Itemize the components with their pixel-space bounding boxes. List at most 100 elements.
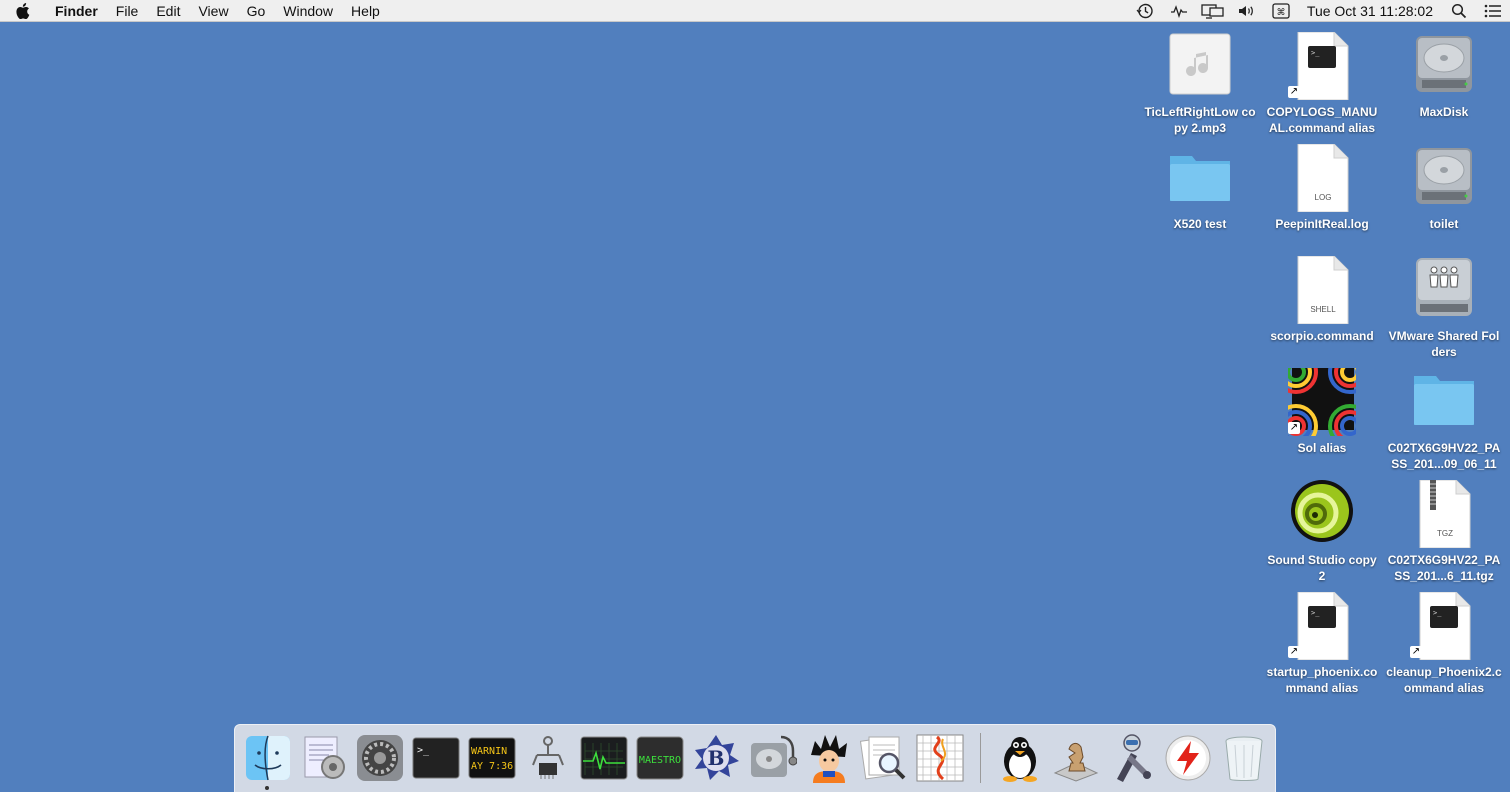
- dock-separator: [980, 733, 981, 783]
- terminal-command-icon: >_ ↗: [1288, 32, 1356, 100]
- script-utility-icon: [304, 736, 345, 779]
- dock-trash[interactable]: [1219, 733, 1269, 783]
- activity-monitor-icon: [580, 736, 628, 780]
- desktop-icon-disk[interactable]: MaxDisk: [1384, 32, 1504, 137]
- desktop-icon-folder[interactable]: X520 test: [1140, 144, 1260, 249]
- dock-disk-utility[interactable]: [747, 733, 797, 783]
- apple-menu-icon[interactable]: [0, 3, 46, 19]
- folder-icon: [1410, 368, 1478, 436]
- dock-goku[interactable]: [803, 733, 853, 783]
- dock-script-utility[interactable]: [299, 733, 349, 783]
- menu-bar: Finder File Edit View Go Window Help ⌘ T…: [0, 0, 1510, 22]
- terminal-command-icon: >_ ↗: [1288, 592, 1356, 660]
- disk-utility-icon: [751, 735, 797, 777]
- sound-studio-icon: [1288, 480, 1356, 548]
- desktop-icon-label: Sol alias: [1297, 441, 1347, 455]
- desktop-icon-sound-studio[interactable]: Sound Studio copy 2: [1262, 480, 1382, 585]
- spotlight-icon[interactable]: [1442, 0, 1476, 22]
- svg-text:AY 7:36: AY 7:36: [471, 761, 513, 772]
- file-type-badge: TGZ: [1437, 529, 1453, 538]
- dock-flash[interactable]: [1163, 733, 1213, 783]
- volume-icon[interactable]: [1230, 0, 1264, 22]
- display-mirroring-icon[interactable]: [1196, 0, 1230, 22]
- desktop-icon-shell-file[interactable]: SHELL scorpio.command: [1262, 256, 1382, 361]
- tux-icon: [1003, 737, 1037, 782]
- system-preferences-icon: [357, 735, 403, 781]
- desktop-icon-label: MaxDisk: [1419, 105, 1469, 119]
- time-machine-icon[interactable]: [1128, 0, 1162, 22]
- dock: >_ WARNIN AY 7:36 MAESTRO B: [234, 724, 1276, 792]
- desktop-icon-label: VMware Shared Folders: [1388, 329, 1500, 359]
- trash-icon: [1225, 736, 1263, 781]
- running-indicator: [265, 786, 269, 790]
- dock-finder[interactable]: [243, 733, 293, 783]
- music-file-icon: [1166, 32, 1234, 100]
- svg-text:>_: >_: [1311, 49, 1320, 57]
- shared-folders-icon: [1410, 256, 1478, 324]
- alias-arrow-icon: ↗: [1288, 86, 1300, 98]
- dock-tux[interactable]: [995, 733, 1045, 783]
- notification-center-icon[interactable]: [1476, 0, 1510, 22]
- desktop-icon-archive[interactable]: TGZ C02TX6G9HV22_PASS_201...6_11.tgz: [1384, 480, 1504, 585]
- menu-edit[interactable]: Edit: [147, 0, 189, 22]
- desktop-icon-folder[interactable]: C02TX6G9HV22_PASS_201...09_06_11: [1384, 368, 1504, 473]
- desktop-icon-shared-disk[interactable]: VMware Shared Folders: [1384, 256, 1504, 361]
- terminal-command-icon: >_ ↗: [1410, 592, 1478, 660]
- input-menu-icon[interactable]: ⌘: [1264, 0, 1298, 22]
- preview-icon: [859, 736, 906, 780]
- desktop-icon-terminal-alias[interactable]: >_ ↗ COPYLOGS_MANUAL.command alias: [1262, 32, 1382, 137]
- desktop-icon-label: cleanup_Phoenix2.command alias: [1386, 665, 1502, 695]
- menu-window[interactable]: Window: [274, 0, 342, 22]
- desktop-icon-label: X520 test: [1173, 217, 1227, 231]
- desktop-icon-disk[interactable]: toilet: [1384, 144, 1504, 249]
- dock-preview[interactable]: [859, 733, 909, 783]
- dock-system-information[interactable]: [523, 733, 573, 783]
- grapher-icon: [916, 734, 964, 782]
- goku-icon: [811, 735, 847, 783]
- dock-chess[interactable]: [1051, 733, 1101, 783]
- menu-go[interactable]: Go: [238, 0, 275, 22]
- dock-console[interactable]: WARNIN AY 7:36: [467, 733, 517, 783]
- shell-script-icon: SHELL: [1288, 256, 1356, 324]
- dock-automator[interactable]: [1107, 733, 1157, 783]
- hard-disk-icon: [1410, 144, 1478, 212]
- svg-text:>_: >_: [1311, 609, 1320, 617]
- desktop-icon-label: TicLeftRightLow copy 2.mp3: [1144, 105, 1256, 135]
- dock-terminal[interactable]: >_: [411, 733, 461, 783]
- dock-grapher[interactable]: [915, 733, 965, 783]
- desktop-icon-label: C02TX6G9HV22_PASS_201...09_06_11: [1387, 441, 1501, 471]
- dock-system-preferences[interactable]: [355, 733, 405, 783]
- file-type-badge: LOG: [1315, 193, 1332, 202]
- folder-icon: [1166, 144, 1234, 212]
- console-icon: WARNIN AY 7:36: [468, 737, 516, 779]
- bbedit-icon: B: [695, 735, 739, 780]
- desktop-icon-sol-alias[interactable]: ↗ Sol alias: [1262, 368, 1382, 473]
- alias-arrow-icon: ↗: [1410, 646, 1422, 658]
- desktop-icon-label: toilet: [1429, 217, 1459, 231]
- menu-view[interactable]: View: [189, 0, 237, 22]
- dock-activity-monitor[interactable]: [579, 733, 629, 783]
- chess-icon: [1053, 742, 1099, 782]
- desktop-icon-label: COPYLOGS_MANUAL.command alias: [1266, 105, 1378, 135]
- menu-help[interactable]: Help: [342, 0, 389, 22]
- svg-text:>_: >_: [417, 745, 430, 756]
- automator-icon: [1117, 734, 1151, 782]
- dock-maestro[interactable]: MAESTRO: [635, 733, 685, 783]
- menu-file[interactable]: File: [107, 0, 148, 22]
- log-file-icon: LOG: [1288, 144, 1356, 212]
- menu-app-finder[interactable]: Finder: [46, 0, 107, 22]
- menu-clock[interactable]: Tue Oct 31 11:28:02: [1298, 0, 1442, 22]
- archive-file-icon: TGZ: [1410, 480, 1478, 548]
- desktop-icon-terminal-alias[interactable]: >_ ↗ cleanup_Phoenix2.command alias: [1384, 592, 1504, 697]
- dock-bbedit[interactable]: B: [691, 733, 741, 783]
- desktop-icon-audio-file[interactable]: TicLeftRightLow copy 2.mp3: [1140, 32, 1260, 137]
- desktop-icon-terminal-alias[interactable]: >_ ↗ startup_phoenix.command alias: [1262, 592, 1382, 697]
- desktop-icon-label: Sound Studio copy 2: [1267, 553, 1377, 583]
- terminal-icon: >_: [412, 737, 460, 779]
- activity-icon[interactable]: [1162, 0, 1196, 22]
- desktop-icon-log-file[interactable]: LOG PeepinItReal.log: [1262, 144, 1382, 249]
- svg-text:B: B: [708, 746, 725, 770]
- finder-icon: [246, 735, 290, 781]
- desktop-icon-label: scorpio.command: [1270, 329, 1374, 343]
- svg-text:⌘: ⌘: [1276, 8, 1285, 18]
